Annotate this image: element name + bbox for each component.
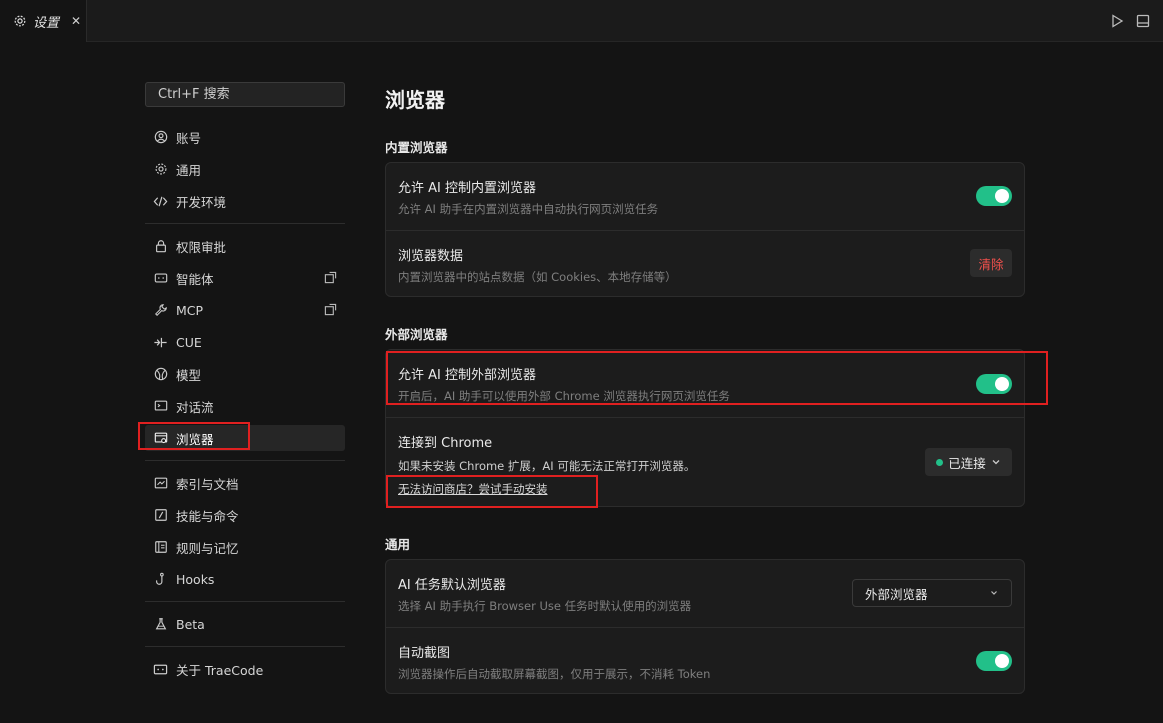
tab-bar: 设置 ✕	[0, 0, 1163, 42]
connection-status-label: 已连接	[948, 455, 986, 471]
skill-icon	[153, 508, 168, 523]
sidebar-item-label: 账号	[176, 130, 202, 146]
lock-icon	[153, 239, 168, 254]
connect-chrome-title: 连接到 Chrome	[398, 436, 493, 451]
sidebar-item-about[interactable]: 关于 TraeCode	[145, 656, 345, 682]
sidebar-item-models[interactable]: 模型	[145, 361, 345, 387]
sidebar-item-label: 索引与文档	[176, 476, 239, 492]
allow-external-row: 允许 AI 控制外部浏览器 开启后，AI 助手可以使用外部 Chrome 浏览器…	[386, 350, 1024, 417]
external-link-icon[interactable]	[324, 271, 337, 284]
sidebar-item-hooks[interactable]: Hooks	[145, 566, 345, 592]
agent-icon	[153, 271, 168, 286]
sidebar-item-mcp[interactable]: MCP	[145, 297, 345, 323]
sidebar-item-chat-flow[interactable]: 对话流	[145, 393, 345, 419]
allow-external-title: 允许 AI 控制外部浏览器	[398, 368, 536, 383]
status-dot	[936, 458, 944, 466]
code-icon	[153, 194, 168, 209]
sidebar-item-cue[interactable]: CUE	[145, 329, 345, 355]
close-icon[interactable]: ✕	[71, 14, 81, 28]
section-title-builtin: 内置浏览器	[385, 140, 448, 155]
auto-screenshot-row: 自动截图 浏览器操作后自动截取屏幕截图，仅用于展示，不消耗 Token	[386, 628, 1024, 694]
clear-button[interactable]: 清除	[970, 249, 1012, 277]
divider	[145, 646, 345, 647]
sidebar-item-label: 规则与记忆	[176, 540, 239, 556]
rules-icon	[153, 540, 168, 555]
auto-screenshot-toggle[interactable]	[976, 651, 1012, 671]
model-icon	[153, 367, 168, 382]
default-browser-title: AI 任务默认浏览器	[398, 578, 506, 593]
sidebar-item-label: 浏览器	[176, 431, 214, 447]
sidebar-item-general[interactable]: 通用	[145, 156, 345, 182]
hook-icon	[153, 572, 168, 587]
sidebar-item-label: 智能体	[176, 271, 214, 287]
sidebar-item-label: 技能与命令	[176, 508, 239, 524]
allow-external-toggle[interactable]	[976, 374, 1012, 394]
sidebar-item-index-docs[interactable]: 索引与文档	[145, 470, 345, 496]
gear-icon	[14, 15, 26, 27]
account-icon	[153, 130, 168, 145]
allow-builtin-row: 允许 AI 控制内置浏览器 允许 AI 助手在内置浏览器中自动执行网页浏览任务	[386, 163, 1024, 230]
browser-data-desc: 内置浏览器中的站点数据（如 Cookies、本地存储等）	[398, 270, 677, 284]
flask-icon	[153, 617, 168, 632]
sidebar-item-skills[interactable]: 技能与命令	[145, 502, 345, 528]
allow-builtin-title: 允许 AI 控制内置浏览器	[398, 181, 536, 196]
play-icon[interactable]	[1109, 13, 1125, 29]
sidebar-item-label: CUE	[176, 334, 202, 350]
sidebar-item-beta[interactable]: Beta	[145, 611, 345, 637]
gear-icon	[153, 162, 168, 177]
sidebar-item-account[interactable]: 账号	[145, 124, 345, 150]
external-browser-card: 允许 AI 控制外部浏览器 开启后，AI 助手可以使用外部 Chrome 浏览器…	[385, 349, 1025, 507]
sidebar-item-label: Hooks	[176, 571, 215, 587]
auto-screenshot-title: 自动截图	[398, 646, 451, 661]
manual-install-link[interactable]: 无法访问商店？尝试手动安装	[398, 481, 548, 497]
tab-settings[interactable]: 设置 ✕	[0, 0, 87, 42]
browser-data-title: 浏览器数据	[398, 249, 464, 264]
search-input[interactable]	[145, 82, 345, 107]
sidebar-item-label: 关于 TraeCode	[176, 662, 264, 678]
sidebar-item-dev-env[interactable]: 开发环境	[145, 188, 345, 214]
browser-icon	[153, 431, 168, 446]
sidebar-item-permissions[interactable]: 权限审批	[145, 233, 345, 259]
panel-layout-icon[interactable]	[1135, 13, 1151, 29]
sidebar-item-label: Beta	[176, 616, 205, 632]
allow-builtin-desc: 允许 AI 助手在内置浏览器中自动执行网页浏览任务	[398, 202, 659, 216]
section-title-external: 外部浏览器	[385, 327, 448, 342]
chevron-down-icon	[992, 460, 1000, 465]
wrench-icon	[153, 303, 168, 318]
divider	[145, 223, 345, 224]
sidebar-item-label: 开发环境	[176, 194, 227, 210]
index-icon	[153, 476, 168, 491]
tab-label: 设置	[33, 15, 60, 31]
connect-chrome-desc: 如果未安装 Chrome 扩展，AI 可能无法正常打开浏览器。	[398, 459, 696, 473]
page-title: 浏览器	[385, 88, 445, 112]
builtin-browser-card: 允许 AI 控制内置浏览器 允许 AI 助手在内置浏览器中自动执行网页浏览任务 …	[385, 162, 1025, 297]
divider	[145, 460, 345, 461]
section-title-general: 通用	[385, 537, 411, 552]
sidebar-item-agents[interactable]: 智能体	[145, 265, 345, 291]
sidebar-item-browser[interactable]: 浏览器	[145, 425, 345, 451]
sidebar-item-label: 通用	[176, 162, 202, 178]
allow-external-desc: 开启后，AI 助手可以使用外部 Chrome 浏览器执行网页浏览任务	[398, 389, 730, 403]
allow-builtin-toggle[interactable]	[976, 186, 1012, 206]
connect-chrome-row: 连接到 Chrome 如果未安装 Chrome 扩展，AI 可能无法正常打开浏览…	[386, 418, 1024, 507]
sidebar-item-label: 权限审批	[176, 239, 227, 255]
sidebar-item-label: 模型	[176, 367, 202, 383]
sidebar-item-label: MCP	[176, 302, 204, 318]
about-icon	[153, 662, 168, 677]
default-browser-desc: 选择 AI 助手执行 Browser Use 任务时默认使用的浏览器	[398, 599, 692, 613]
default-browser-row: AI 任务默认浏览器 选择 AI 助手执行 Browser Use 任务时默认使…	[386, 560, 1024, 627]
cue-icon	[153, 335, 168, 350]
default-browser-select[interactable]: 外部浏览器	[852, 579, 1012, 607]
divider	[145, 601, 345, 602]
sidebar-item-rules[interactable]: 规则与记忆	[145, 534, 345, 560]
sidebar-item-label: 对话流	[176, 399, 214, 415]
auto-screenshot-desc: 浏览器操作后自动截取屏幕截图，仅用于展示，不消耗 Token	[398, 667, 711, 681]
default-browser-value: 外部浏览器	[865, 586, 928, 602]
external-link-icon[interactable]	[324, 303, 337, 316]
general-card: AI 任务默认浏览器 选择 AI 助手执行 Browser Use 任务时默认使…	[385, 559, 1025, 694]
chevron-down-icon	[991, 591, 997, 595]
chat-icon	[153, 399, 168, 414]
connection-status-dropdown[interactable]: 已连接	[925, 448, 1012, 476]
browser-data-row: 浏览器数据 内置浏览器中的站点数据（如 Cookies、本地存储等） 清除	[386, 231, 1024, 297]
